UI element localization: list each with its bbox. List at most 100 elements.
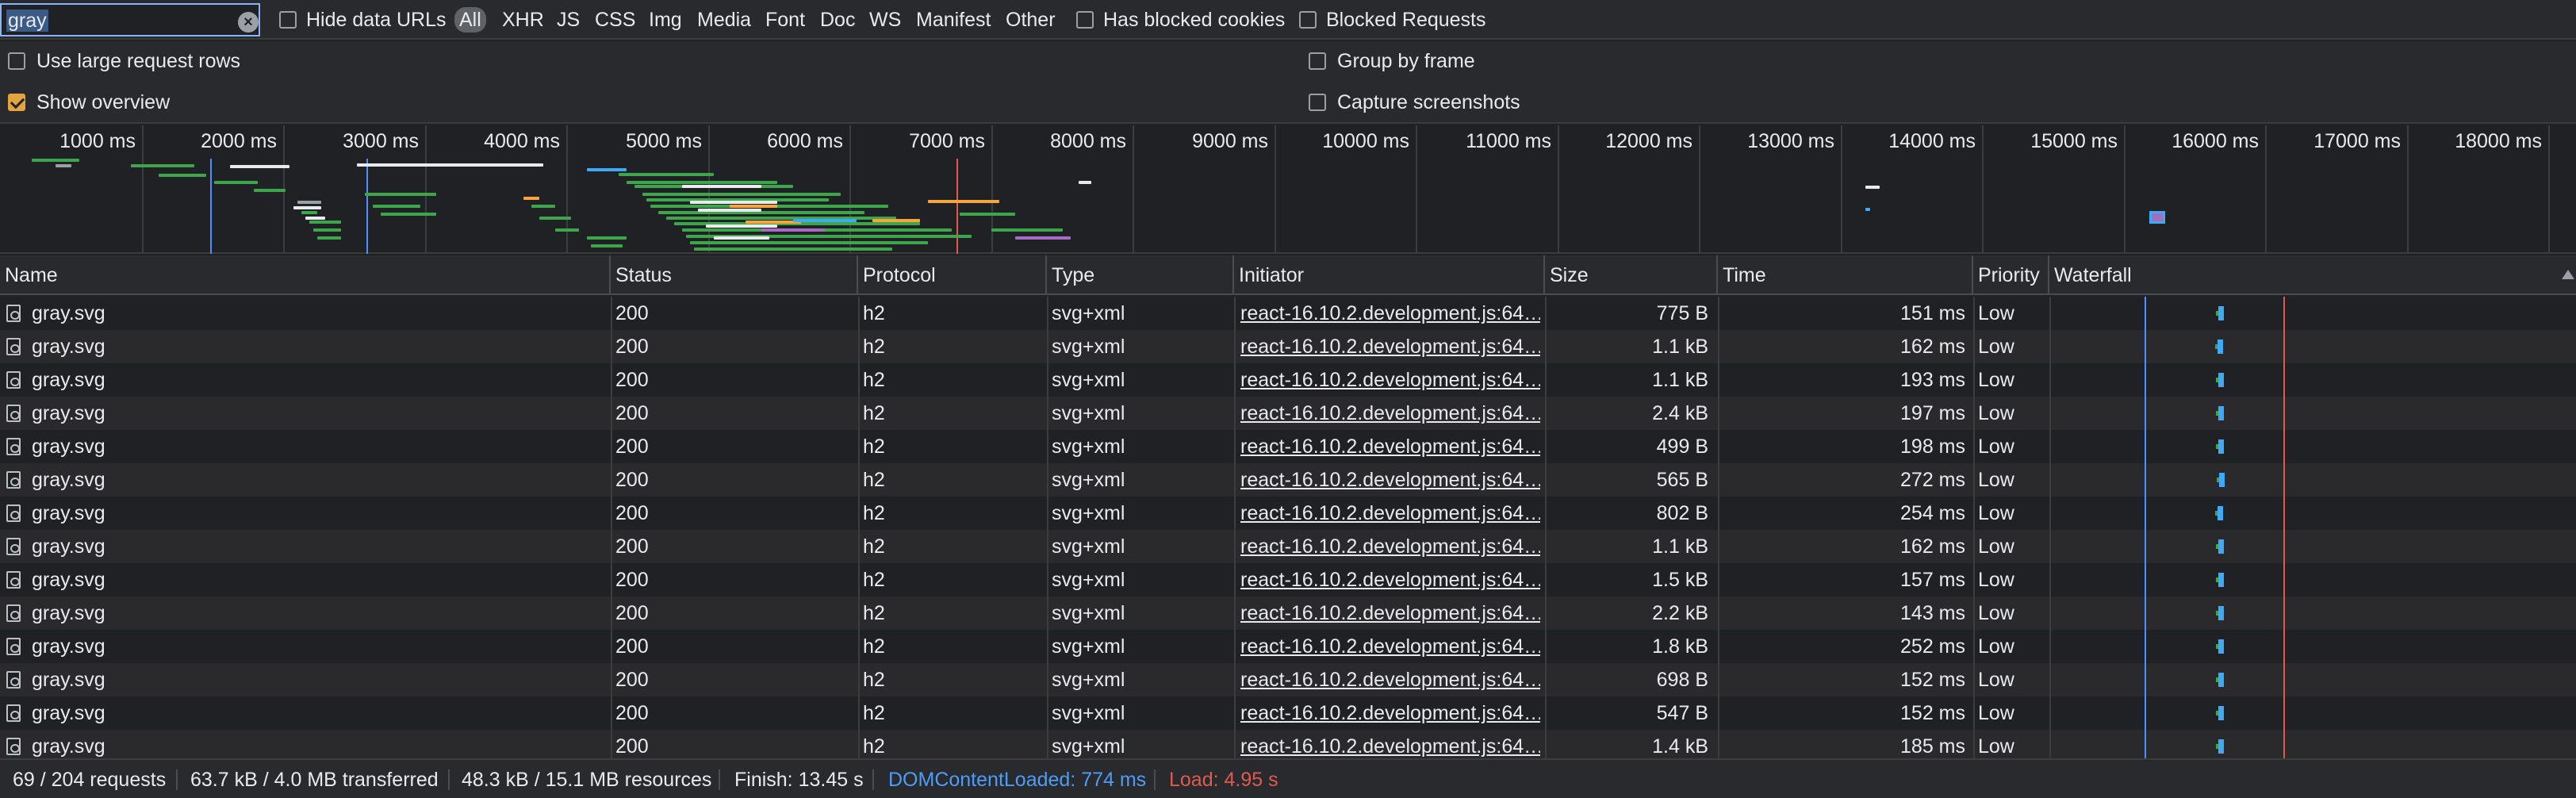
type-filter-js[interactable]: JS	[557, 7, 580, 33]
type-filter-ws[interactable]: WS	[869, 7, 901, 33]
waterfall-bar	[2215, 340, 2223, 354]
table-row[interactable]: gray.svg 200 h2 svg+xml react-16.10.2.de…	[0, 497, 2576, 530]
filter-input[interactable]: gray ×	[0, 3, 260, 36]
request-name[interactable]: gray.svg	[32, 730, 603, 758]
column-header-protocol[interactable]: Protocol	[858, 255, 1047, 295]
overview-request-bar	[793, 219, 857, 222]
type-filter-other[interactable]: Other	[1006, 7, 1056, 33]
group-by-frame-option[interactable]: Group by frame	[1309, 45, 1475, 77]
filter-input-value[interactable]: gray	[6, 10, 48, 32]
request-name[interactable]: gray.svg	[32, 630, 603, 663]
column-header-type[interactable]: Type	[1047, 255, 1234, 295]
request-name[interactable]: gray.svg	[32, 696, 603, 730]
table-row[interactable]: gray.svg 200 h2 svg+xml react-16.10.2.de…	[0, 563, 2576, 597]
show-overview-label: Show overview	[36, 90, 171, 113]
capture-screenshots-label: Capture screenshots	[1337, 90, 1520, 113]
column-header-waterfall[interactable]: Waterfall	[2049, 255, 2576, 295]
table-row[interactable]: gray.svg 200 h2 svg+xml react-16.10.2.de…	[0, 397, 2576, 430]
overview-tick-label: 12000 ms	[1605, 130, 1692, 152]
type-filter-doc[interactable]: Doc	[820, 7, 855, 33]
table-row[interactable]: gray.svg 200 h2 svg+xml react-16.10.2.de…	[0, 730, 2576, 758]
request-name[interactable]: gray.svg	[32, 430, 603, 463]
request-initiator-link[interactable]: react-16.10.2.development.js:64…	[1240, 297, 1540, 330]
request-initiator-link[interactable]: react-16.10.2.development.js:64…	[1240, 430, 1540, 463]
type-filter-all[interactable]: All	[454, 7, 486, 33]
column-header-time[interactable]: Time	[1718, 255, 1973, 295]
waterfall-bar	[2216, 373, 2224, 387]
request-initiator-link[interactable]: react-16.10.2.development.js:64…	[1240, 363, 1540, 397]
overview-gridline	[566, 125, 568, 254]
table-row[interactable]: gray.svg 200 h2 svg+xml react-16.10.2.de…	[0, 330, 2576, 363]
hide-data-urls-checkbox[interactable]	[279, 11, 297, 29]
large-rows-option[interactable]: Use large request rows	[8, 45, 240, 77]
type-filter-img[interactable]: Img	[649, 7, 682, 33]
table-row[interactable]: gray.svg 200 h2 svg+xml react-16.10.2.de…	[0, 696, 2576, 730]
column-header-initiator[interactable]: Initiator	[1234, 255, 1545, 295]
request-priority: Low	[1978, 402, 2014, 424]
capture-screenshots-option[interactable]: Capture screenshots	[1309, 86, 1520, 118]
request-type: svg+xml	[1052, 602, 1125, 624]
type-filter-xhr[interactable]: XHR	[502, 7, 544, 33]
table-row[interactable]: gray.svg 200 h2 svg+xml react-16.10.2.de…	[0, 363, 2576, 397]
hide-data-urls-option[interactable]: Hide data URLs	[279, 0, 446, 40]
overview-tick-label: 9000 ms	[1192, 130, 1268, 152]
show-overview-checkbox[interactable]	[8, 94, 25, 111]
table-row[interactable]: gray.svg 200 h2 svg+xml react-16.10.2.de…	[0, 597, 2576, 630]
request-initiator-link[interactable]: react-16.10.2.development.js:64…	[1240, 463, 1540, 497]
has-blocked-cookies-checkbox[interactable]	[1076, 11, 1094, 29]
request-name[interactable]: gray.svg	[32, 397, 603, 430]
clear-filter-button[interactable]: ×	[238, 12, 259, 33]
column-header-priority[interactable]: Priority	[1973, 255, 2049, 295]
column-header-status[interactable]: Status	[611, 255, 858, 295]
request-name[interactable]: gray.svg	[32, 597, 603, 630]
request-initiator-link[interactable]: react-16.10.2.development.js:64…	[1240, 630, 1540, 663]
overview-gridline	[1133, 125, 1134, 254]
group-by-frame-checkbox[interactable]	[1309, 52, 1326, 70]
request-initiator-link[interactable]: react-16.10.2.development.js:64…	[1240, 563, 1540, 597]
has-blocked-cookies-option[interactable]: Has blocked cookies	[1076, 0, 1285, 40]
request-name[interactable]: gray.svg	[32, 663, 603, 696]
request-name[interactable]: gray.svg	[32, 530, 603, 563]
capture-screenshots-checkbox[interactable]	[1309, 94, 1326, 111]
request-name[interactable]: gray.svg	[32, 563, 603, 597]
overview-gridline	[2124, 125, 2126, 254]
request-name[interactable]: gray.svg	[32, 330, 603, 363]
request-priority: Low	[1978, 569, 2014, 591]
type-filter-manifest[interactable]: Manifest	[916, 7, 991, 33]
type-filter-media[interactable]: Media	[697, 7, 751, 33]
table-row[interactable]: gray.svg 200 h2 svg+xml react-16.10.2.de…	[0, 463, 2576, 497]
column-header-size[interactable]: Size	[1545, 255, 1718, 295]
request-initiator-link[interactable]: react-16.10.2.development.js:64…	[1240, 530, 1540, 563]
column-header-name[interactable]: Name	[0, 255, 611, 295]
waterfall-bar	[2216, 406, 2224, 420]
request-priority: Low	[1978, 602, 2014, 624]
show-overview-option[interactable]: Show overview	[8, 86, 170, 118]
table-row[interactable]: gray.svg 200 h2 svg+xml react-16.10.2.de…	[0, 430, 2576, 463]
large-rows-checkbox[interactable]	[8, 52, 25, 70]
request-initiator-link[interactable]: react-16.10.2.development.js:64…	[1240, 330, 1540, 363]
request-initiator-link[interactable]: react-16.10.2.development.js:64…	[1240, 730, 1540, 758]
request-name[interactable]: gray.svg	[32, 463, 603, 497]
overview-request-bar	[313, 228, 341, 232]
type-filter-font[interactable]: Font	[765, 7, 805, 33]
request-name[interactable]: gray.svg	[32, 497, 603, 530]
request-initiator-link[interactable]: react-16.10.2.development.js:64…	[1240, 696, 1540, 730]
request-name[interactable]: gray.svg	[32, 297, 603, 330]
network-overview[interactable]: 1000 ms 2000 ms 3000 ms 4000 ms 5000 ms 6000 …	[0, 125, 2576, 259]
request-initiator-link[interactable]: react-16.10.2.development.js:64…	[1240, 663, 1540, 696]
request-initiator-link[interactable]: react-16.10.2.development.js:64…	[1240, 397, 1540, 430]
blocked-requests-checkbox[interactable]	[1299, 11, 1317, 29]
table-row[interactable]: gray.svg 200 h2 svg+xml react-16.10.2.de…	[0, 530, 2576, 563]
request-priority: Low	[1978, 535, 2014, 558]
overview-request-bar	[1015, 236, 1071, 240]
request-initiator-link[interactable]: react-16.10.2.development.js:64…	[1240, 597, 1540, 630]
request-type: svg+xml	[1052, 336, 1125, 358]
table-row[interactable]: gray.svg 200 h2 svg+xml react-16.10.2.de…	[0, 630, 2576, 663]
request-name[interactable]: gray.svg	[32, 363, 603, 397]
table-row[interactable]: gray.svg 200 h2 svg+xml react-16.10.2.de…	[0, 297, 2576, 330]
overview-request-bar	[381, 213, 436, 216]
type-filter-css[interactable]: CSS	[595, 7, 635, 33]
blocked-requests-option[interactable]: Blocked Requests	[1299, 0, 1486, 40]
table-row[interactable]: gray.svg 200 h2 svg+xml react-16.10.2.de…	[0, 663, 2576, 696]
request-initiator-link[interactable]: react-16.10.2.development.js:64…	[1240, 497, 1540, 530]
